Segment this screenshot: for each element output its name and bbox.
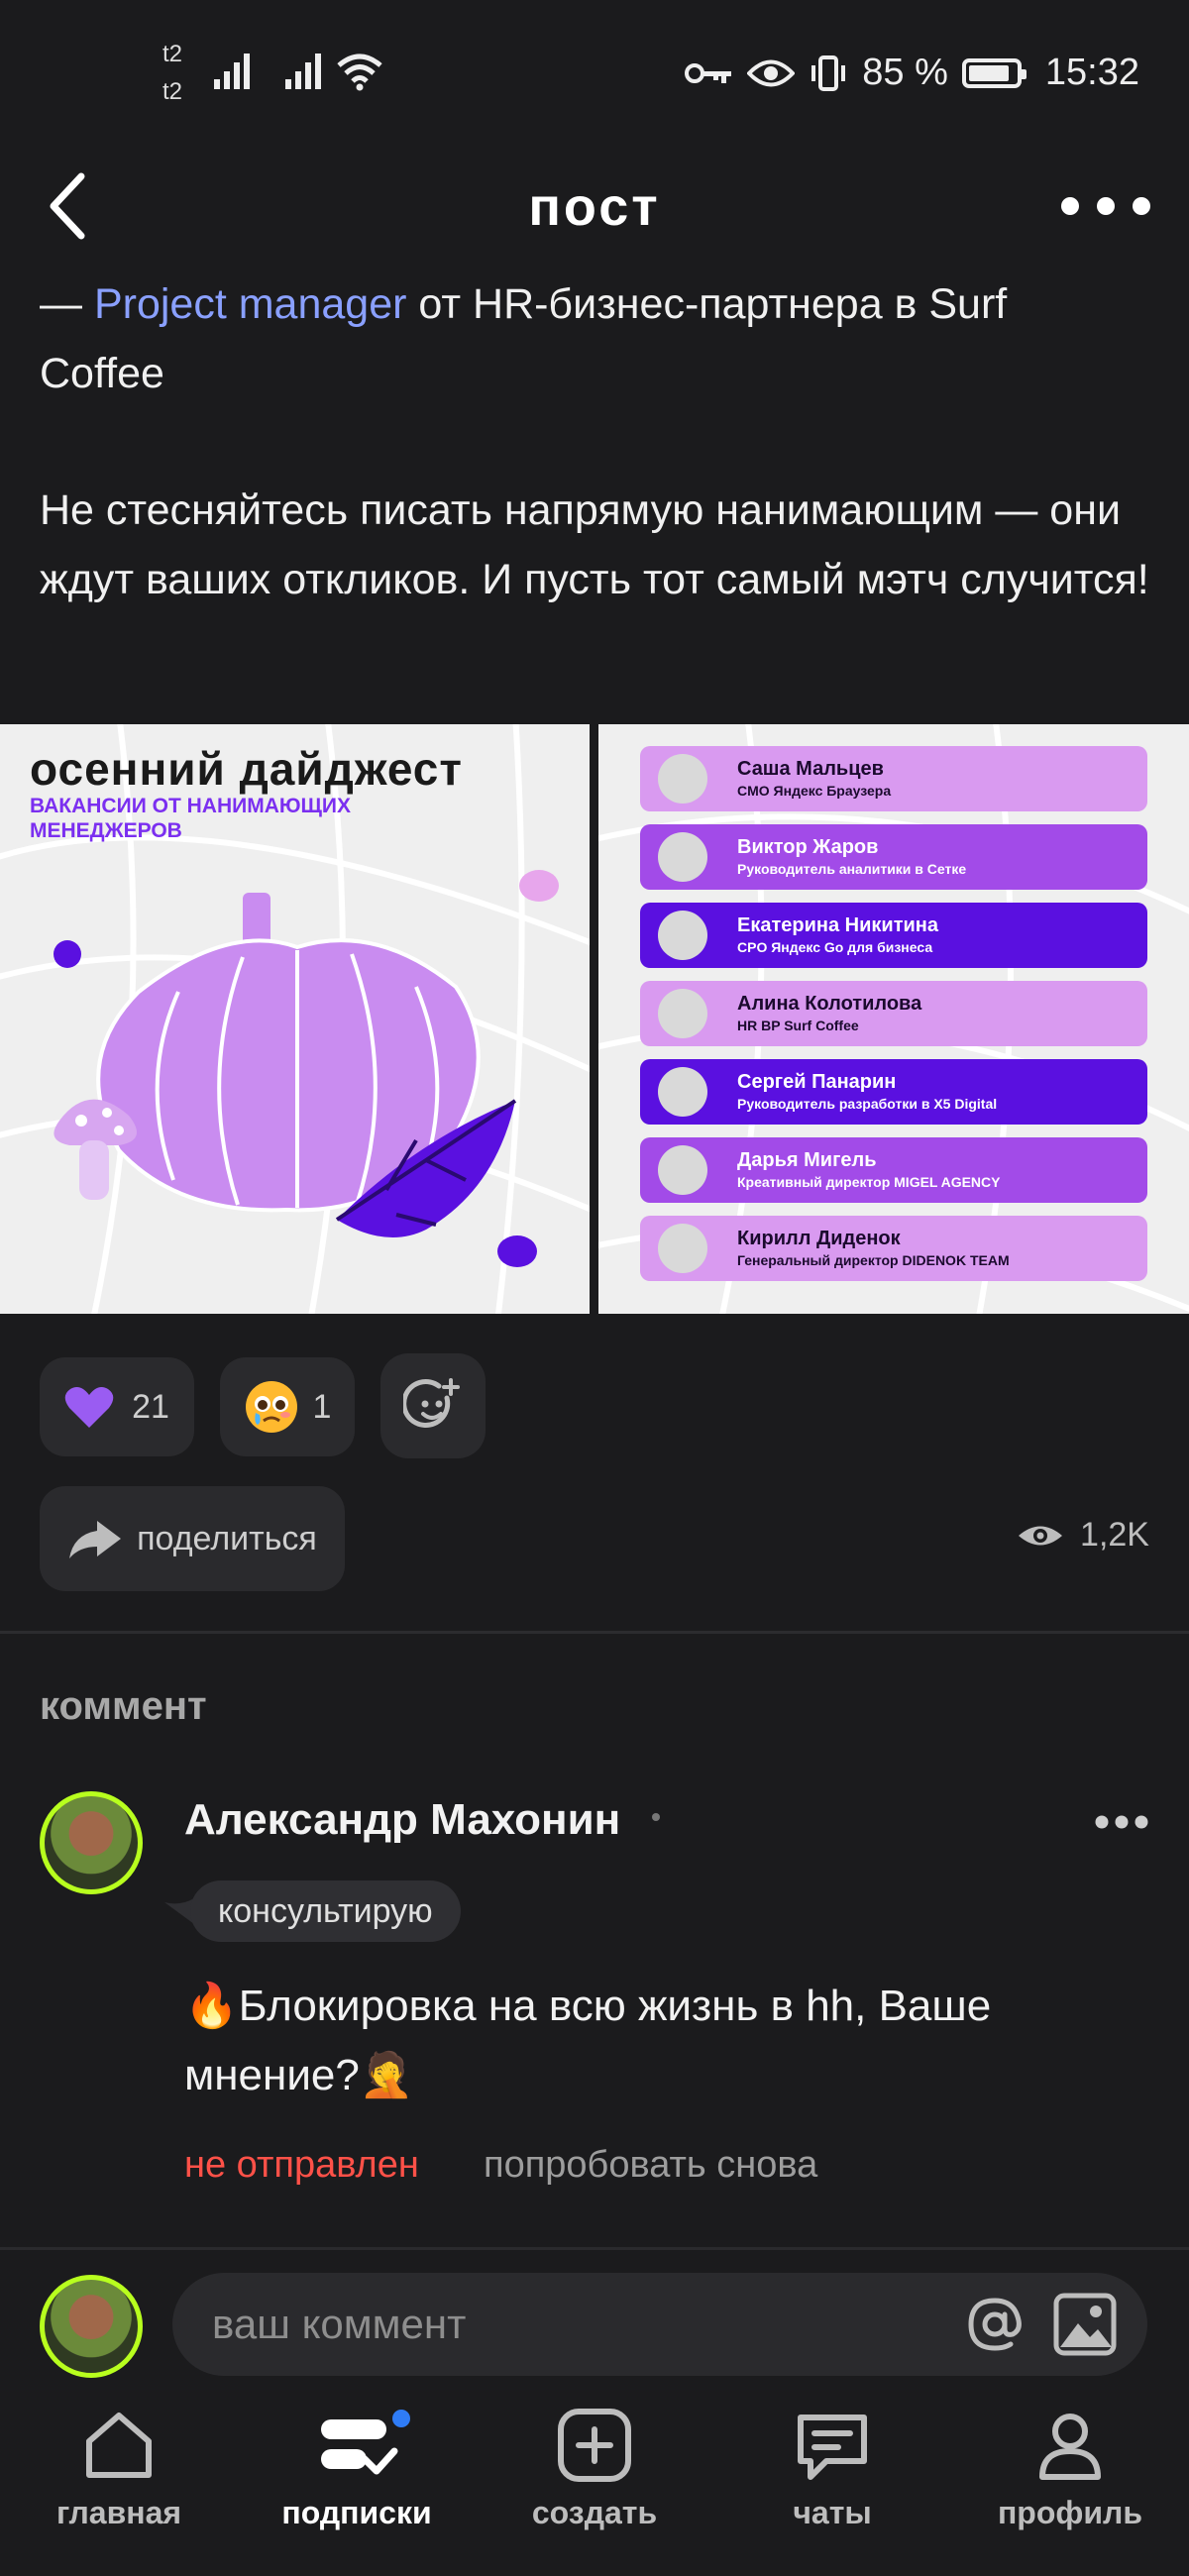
post-image-digest-cover[interactable]: осенний дайджест ВАКАНСИИ ОТ НАНИМАЮЩИХ … (0, 724, 590, 1314)
share-button[interactable]: поделиться (40, 1486, 345, 1591)
nav-chats-label: чаты (793, 2495, 872, 2530)
nav-home[interactable]: главная (0, 2408, 238, 2576)
attach-image-icon[interactable] (1052, 2292, 1118, 2357)
manager-card: Дарья Мигель Креативный директор MIGEL AG… (640, 1137, 1147, 1203)
manager-card: Саша Мальцев CMO Яндекс Браузера (640, 746, 1147, 811)
manager-card: Алина Колотилова HR BP Surf Coffee (640, 981, 1147, 1046)
emoji-reaction-button[interactable]: 1 (220, 1357, 355, 1456)
post-text-partial: — Project manager от HR-бизнес-партнера … (40, 280, 1008, 397)
add-reaction-button[interactable] (380, 1353, 486, 1458)
section-divider (0, 1631, 1189, 1634)
views-count: 1,2K (1080, 1516, 1149, 1554)
manager-role: Руководитель аналитики в Сетке (737, 861, 967, 877)
not-sent-label: не отправлен (184, 2144, 419, 2186)
nav-create-label: создать (531, 2495, 658, 2530)
manager-role: Руководитель разработки в X5 Digital (737, 1096, 998, 1112)
manager-photo (658, 989, 707, 1038)
manager-name: Саша Мальцев (737, 758, 884, 780)
page-title: пост (528, 177, 661, 237)
key-icon (685, 62, 732, 83)
notification-dot (392, 2410, 410, 2427)
clock: 15:32 (1044, 52, 1139, 93)
manager-card: Сергей Панарин Руководитель разработки в … (640, 1059, 1147, 1125)
pumpkin-illustration (54, 870, 559, 1267)
manager-card: Кирилл Диденок Генеральный директор DIDEN… (640, 1216, 1147, 1281)
nav-profile[interactable]: профиль (951, 2408, 1189, 2576)
profile-icon (1039, 2414, 1101, 2480)
wifi-icon (337, 54, 382, 91)
post-image-managers-list[interactable]: Саша Мальцев CMO Яндекс Браузера Виктор Жа… (598, 724, 1189, 1314)
nav-subscriptions-label: подписки (281, 2495, 432, 2530)
pleading-face-icon (245, 1381, 297, 1433)
signal-icon (214, 54, 250, 89)
nav-subscriptions[interactable]: подписки (238, 2408, 476, 2576)
manager-photo (658, 1067, 707, 1117)
comment-more-icon[interactable] (1094, 1813, 1149, 1831)
carrier-label: t2 (162, 41, 183, 67)
eye-icon-views (1019, 1526, 1063, 1545)
share-arrow-icon (69, 1521, 122, 1558)
chats-icon (798, 2415, 867, 2480)
status-bar: t2 t2 85 % 15:32 (0, 0, 1189, 149)
nav-home-label: главная (55, 2495, 182, 2530)
comment-input-placeholder: ваш коммент (212, 2301, 467, 2347)
manager-photo (658, 832, 707, 882)
battery-icon (961, 57, 1027, 88)
manager-name: Дарья Мигель (737, 1149, 877, 1171)
comment-author-avatar[interactable] (40, 1791, 143, 1894)
share-label: поделиться (137, 1519, 317, 1557)
composer-divider (0, 2247, 1189, 2250)
subscriptions-icon (321, 2419, 398, 2475)
more-options-icon[interactable] (1058, 194, 1153, 218)
add-emoji-icon (403, 1378, 460, 1428)
emoji-count: 1 (312, 1387, 332, 1426)
post-paragraph: Не стесняйтесь писать напрямую нанимающи… (40, 486, 1149, 603)
purple-heart-icon (64, 1387, 114, 1428)
manager-name: Кирилл Диденок (737, 1228, 901, 1249)
bottom-nav: главная подписки создать чаты профиль (0, 2408, 1189, 2576)
manager-role: HR BP Surf Coffee (737, 1018, 859, 1033)
carrier-label-2: t2 (162, 78, 183, 105)
eye-icon (747, 59, 796, 86)
author-status-tag: консультирую (190, 1880, 461, 1942)
nav-profile-label: профиль (997, 2495, 1143, 2530)
manager-name: Екатерина Никитина (737, 914, 938, 936)
manager-card: Екатерина Никитина CPO Яндекс Go для бизн… (640, 903, 1147, 968)
vibrate-icon (811, 54, 846, 91)
comment-input[interactable]: ваш коммент (172, 2273, 1147, 2376)
views-counter: 1,2K (1017, 1516, 1149, 1555)
manager-role: Креативный директор MIGEL AGENCY (737, 1174, 1001, 1190)
manager-photo (658, 911, 707, 960)
heart-reaction-button[interactable]: 21 (40, 1357, 194, 1456)
manager-role: CMO Яндекс Браузера (737, 783, 892, 799)
separator-dot (652, 1813, 660, 1821)
manager-name: Алина Колотилова (737, 993, 922, 1015)
comment-author-name[interactable]: Александр Махонин (184, 1795, 620, 1845)
manager-role: CPO Яндекс Go для бизнеса (737, 939, 933, 955)
comments-heading: коммент (40, 1684, 207, 1728)
manager-photo (658, 754, 707, 804)
nav-create[interactable]: создать (476, 2408, 713, 2576)
battery-percent: 85 % (862, 52, 948, 93)
comment-text: 🔥Блокировка на всю жизнь в hh, Ваше мнен… (184, 1982, 992, 2099)
manager-name: Виктор Жаров (737, 836, 879, 858)
my-avatar[interactable] (40, 2275, 143, 2378)
manager-photo (658, 1145, 707, 1195)
status-right: 85 % 15:32 (684, 52, 1139, 94)
mention-icon[interactable] (963, 2293, 1027, 2356)
heart-count: 21 (132, 1387, 169, 1426)
manager-card: Виктор Жаров Руководитель аналитики в Сет… (640, 824, 1147, 890)
manager-photo (658, 1224, 707, 1273)
signal-icon-2 (285, 54, 321, 89)
home-icon (86, 2413, 152, 2478)
retry-button[interactable]: попробовать снова (484, 2144, 817, 2187)
create-icon (558, 2409, 631, 2482)
nav-chats[interactable]: чаты (713, 2408, 951, 2576)
manager-name: Сергей Панарин (737, 1071, 897, 1093)
project-manager-link[interactable]: Project manager (94, 280, 407, 328)
manager-role: Генеральный директор DIDENOK TEAM (737, 1252, 1010, 1268)
